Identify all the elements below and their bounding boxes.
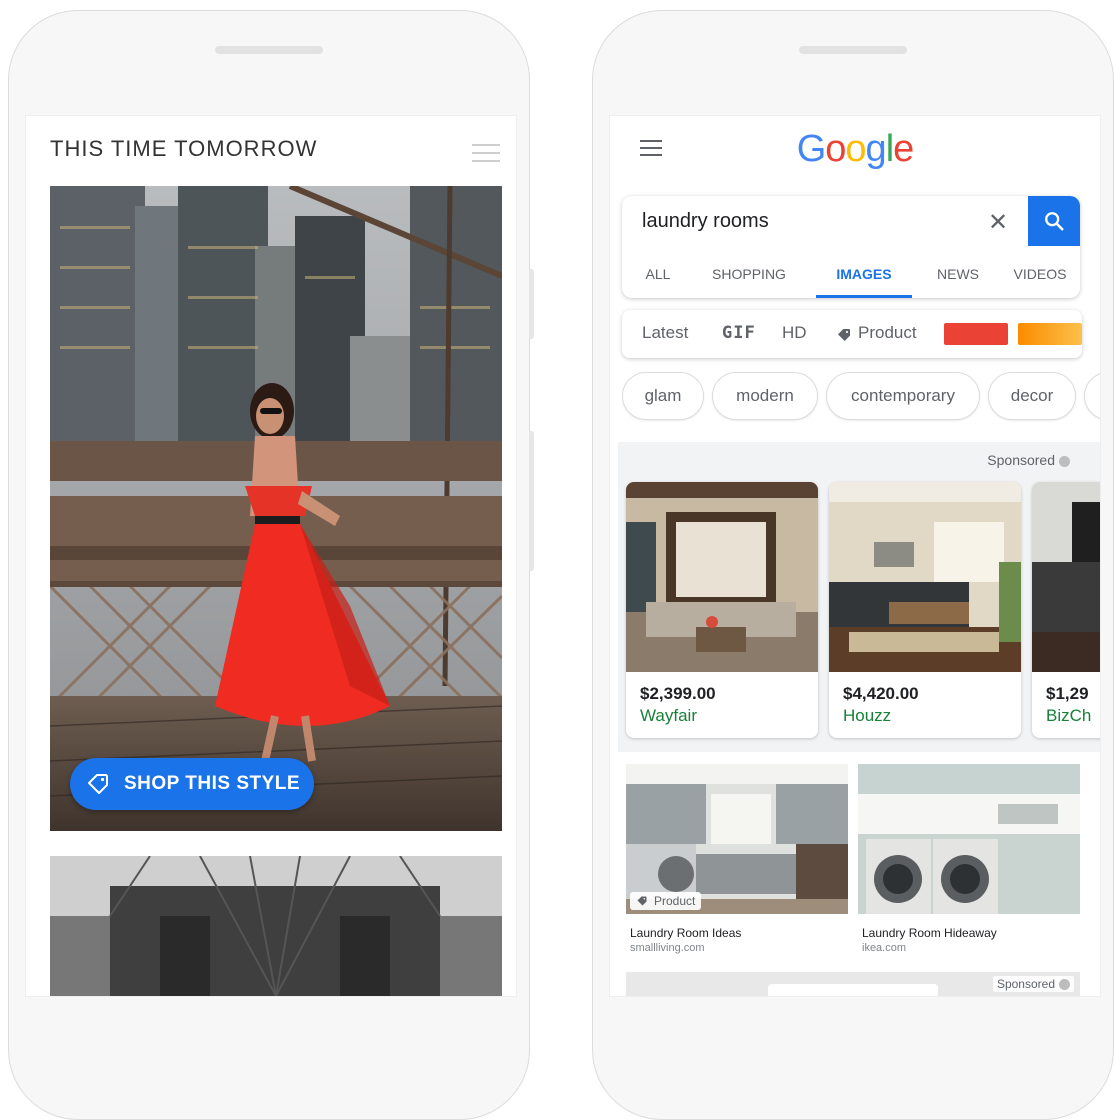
tab-images[interactable]: IMAGES bbox=[816, 252, 912, 298]
sponsored-text: Sponsored bbox=[987, 452, 1055, 468]
chip-modern[interactable]: modern bbox=[712, 372, 818, 420]
product-merchant: Wayfair bbox=[640, 706, 697, 725]
product-price: $4,420.00 bbox=[843, 684, 919, 703]
bridge-photo[interactable] bbox=[50, 856, 502, 996]
badge-label: Product bbox=[654, 894, 696, 908]
sponsored-text: Sponsored bbox=[996, 977, 1055, 991]
logo-letter: g bbox=[865, 128, 887, 170]
product-merchant: Houzz bbox=[843, 706, 892, 725]
result-title[interactable]: Laundry Room Ideas bbox=[630, 926, 741, 940]
hamburger-menu-icon[interactable] bbox=[640, 140, 662, 161]
chip-decor[interactable]: decor bbox=[988, 372, 1076, 420]
search-button[interactable] bbox=[1028, 196, 1080, 246]
product-image bbox=[829, 482, 1021, 672]
logo-letter: o bbox=[825, 128, 846, 170]
logo-letter: o bbox=[845, 128, 866, 170]
tab-news[interactable]: NEWS bbox=[916, 252, 1000, 298]
product-card[interactable]: $2,399.00 Wayfair bbox=[626, 482, 818, 738]
sponsored-label: Sponsored bbox=[987, 452, 1070, 468]
google-header: Google bbox=[610, 116, 1100, 186]
power-button bbox=[529, 431, 534, 571]
filter-latest[interactable]: Latest bbox=[642, 323, 688, 343]
result-source: ikea.com bbox=[862, 942, 907, 954]
product-price: $1,29 bbox=[1046, 684, 1089, 703]
product-card[interactable]: $4,420.00 Houzz bbox=[829, 482, 1021, 738]
google-logo[interactable]: Google bbox=[796, 128, 915, 171]
image-result[interactable] bbox=[858, 764, 1080, 914]
logo-letter: G bbox=[796, 128, 827, 170]
suggestion-chips: glam modern contemporary decor bbox=[622, 372, 1100, 424]
chip-contemporary[interactable]: contemporary bbox=[826, 372, 980, 420]
info-icon[interactable] bbox=[1059, 455, 1070, 467]
tab-all[interactable]: ALL bbox=[622, 252, 694, 298]
tab-shopping[interactable]: SHOPPING bbox=[694, 252, 804, 298]
tag-icon bbox=[637, 896, 647, 906]
search-tabs: ALL SHOPPING IMAGES NEWS VIDEOS bbox=[622, 252, 1080, 298]
shop-this-style-button[interactable]: SHOP THIS STYLE bbox=[70, 758, 314, 810]
filter-hd[interactable]: HD bbox=[782, 323, 807, 343]
tag-icon bbox=[88, 774, 108, 794]
google-screen: Google laundry rooms ✕ ALL SHOPPING IMAG… bbox=[609, 115, 1101, 997]
search-icon bbox=[1045, 212, 1064, 231]
chip-more[interactable] bbox=[1084, 372, 1100, 420]
product-image bbox=[626, 482, 818, 672]
filter-bar: Latest GIF HD Product bbox=[622, 310, 1082, 358]
volume-button bbox=[529, 269, 534, 339]
product-card[interactable]: $1,29 BizCh bbox=[1032, 482, 1100, 738]
product-merchant: BizCh bbox=[1046, 706, 1092, 725]
product-badge: Product bbox=[630, 892, 702, 910]
color-swatch-red[interactable] bbox=[944, 323, 1008, 345]
bottom-card-title: Metal Shelf bbox=[768, 984, 938, 996]
filter-product[interactable]: Product bbox=[858, 323, 917, 343]
result-source: smallliving.com bbox=[630, 942, 705, 954]
blog-screen: THIS TIME TOMORROW SHOP THIS STYLE bbox=[25, 115, 517, 997]
search-input[interactable]: laundry rooms bbox=[642, 210, 972, 233]
blog-title[interactable]: THIS TIME TOMORROW bbox=[50, 136, 317, 162]
right-phone: Google laundry rooms ✕ ALL SHOPPING IMAG… bbox=[592, 10, 1114, 1120]
info-icon[interactable] bbox=[1059, 979, 1070, 991]
tab-videos[interactable]: VIDEOS bbox=[1000, 252, 1080, 298]
bottom-sponsored-label: Sponsored bbox=[992, 976, 1074, 992]
product-price: $2,399.00 bbox=[640, 684, 716, 703]
logo-letter: l bbox=[885, 128, 895, 170]
clear-icon[interactable]: ✕ bbox=[988, 208, 1008, 237]
chip-glam[interactable]: glam bbox=[622, 372, 704, 420]
menu-icon[interactable] bbox=[472, 144, 500, 168]
sponsored-products: Sponsored $2,399.00 Wayfair $4,420.00 Ho… bbox=[618, 442, 1100, 752]
logo-letter: e bbox=[893, 128, 914, 170]
fashion-photo[interactable] bbox=[50, 186, 502, 831]
phone-speaker bbox=[799, 46, 907, 54]
color-swatch-orange[interactable] bbox=[1018, 323, 1082, 345]
image-result[interactable]: Product bbox=[626, 764, 848, 914]
tag-icon bbox=[838, 329, 850, 341]
search-card: laundry rooms ✕ ALL SHOPPING IMAGES NEWS… bbox=[622, 196, 1080, 298]
product-image bbox=[1032, 482, 1100, 672]
phone-speaker bbox=[215, 46, 323, 54]
filter-gif[interactable]: GIF bbox=[722, 323, 756, 343]
left-phone: THIS TIME TOMORROW SHOP THIS STYLE bbox=[8, 10, 534, 1120]
sponsored-result-strip[interactable]: Metal Shelf Sponsored bbox=[626, 972, 1080, 996]
result-title[interactable]: Laundry Room Hideaway bbox=[862, 926, 997, 940]
shop-button-label: SHOP THIS STYLE bbox=[124, 773, 301, 794]
